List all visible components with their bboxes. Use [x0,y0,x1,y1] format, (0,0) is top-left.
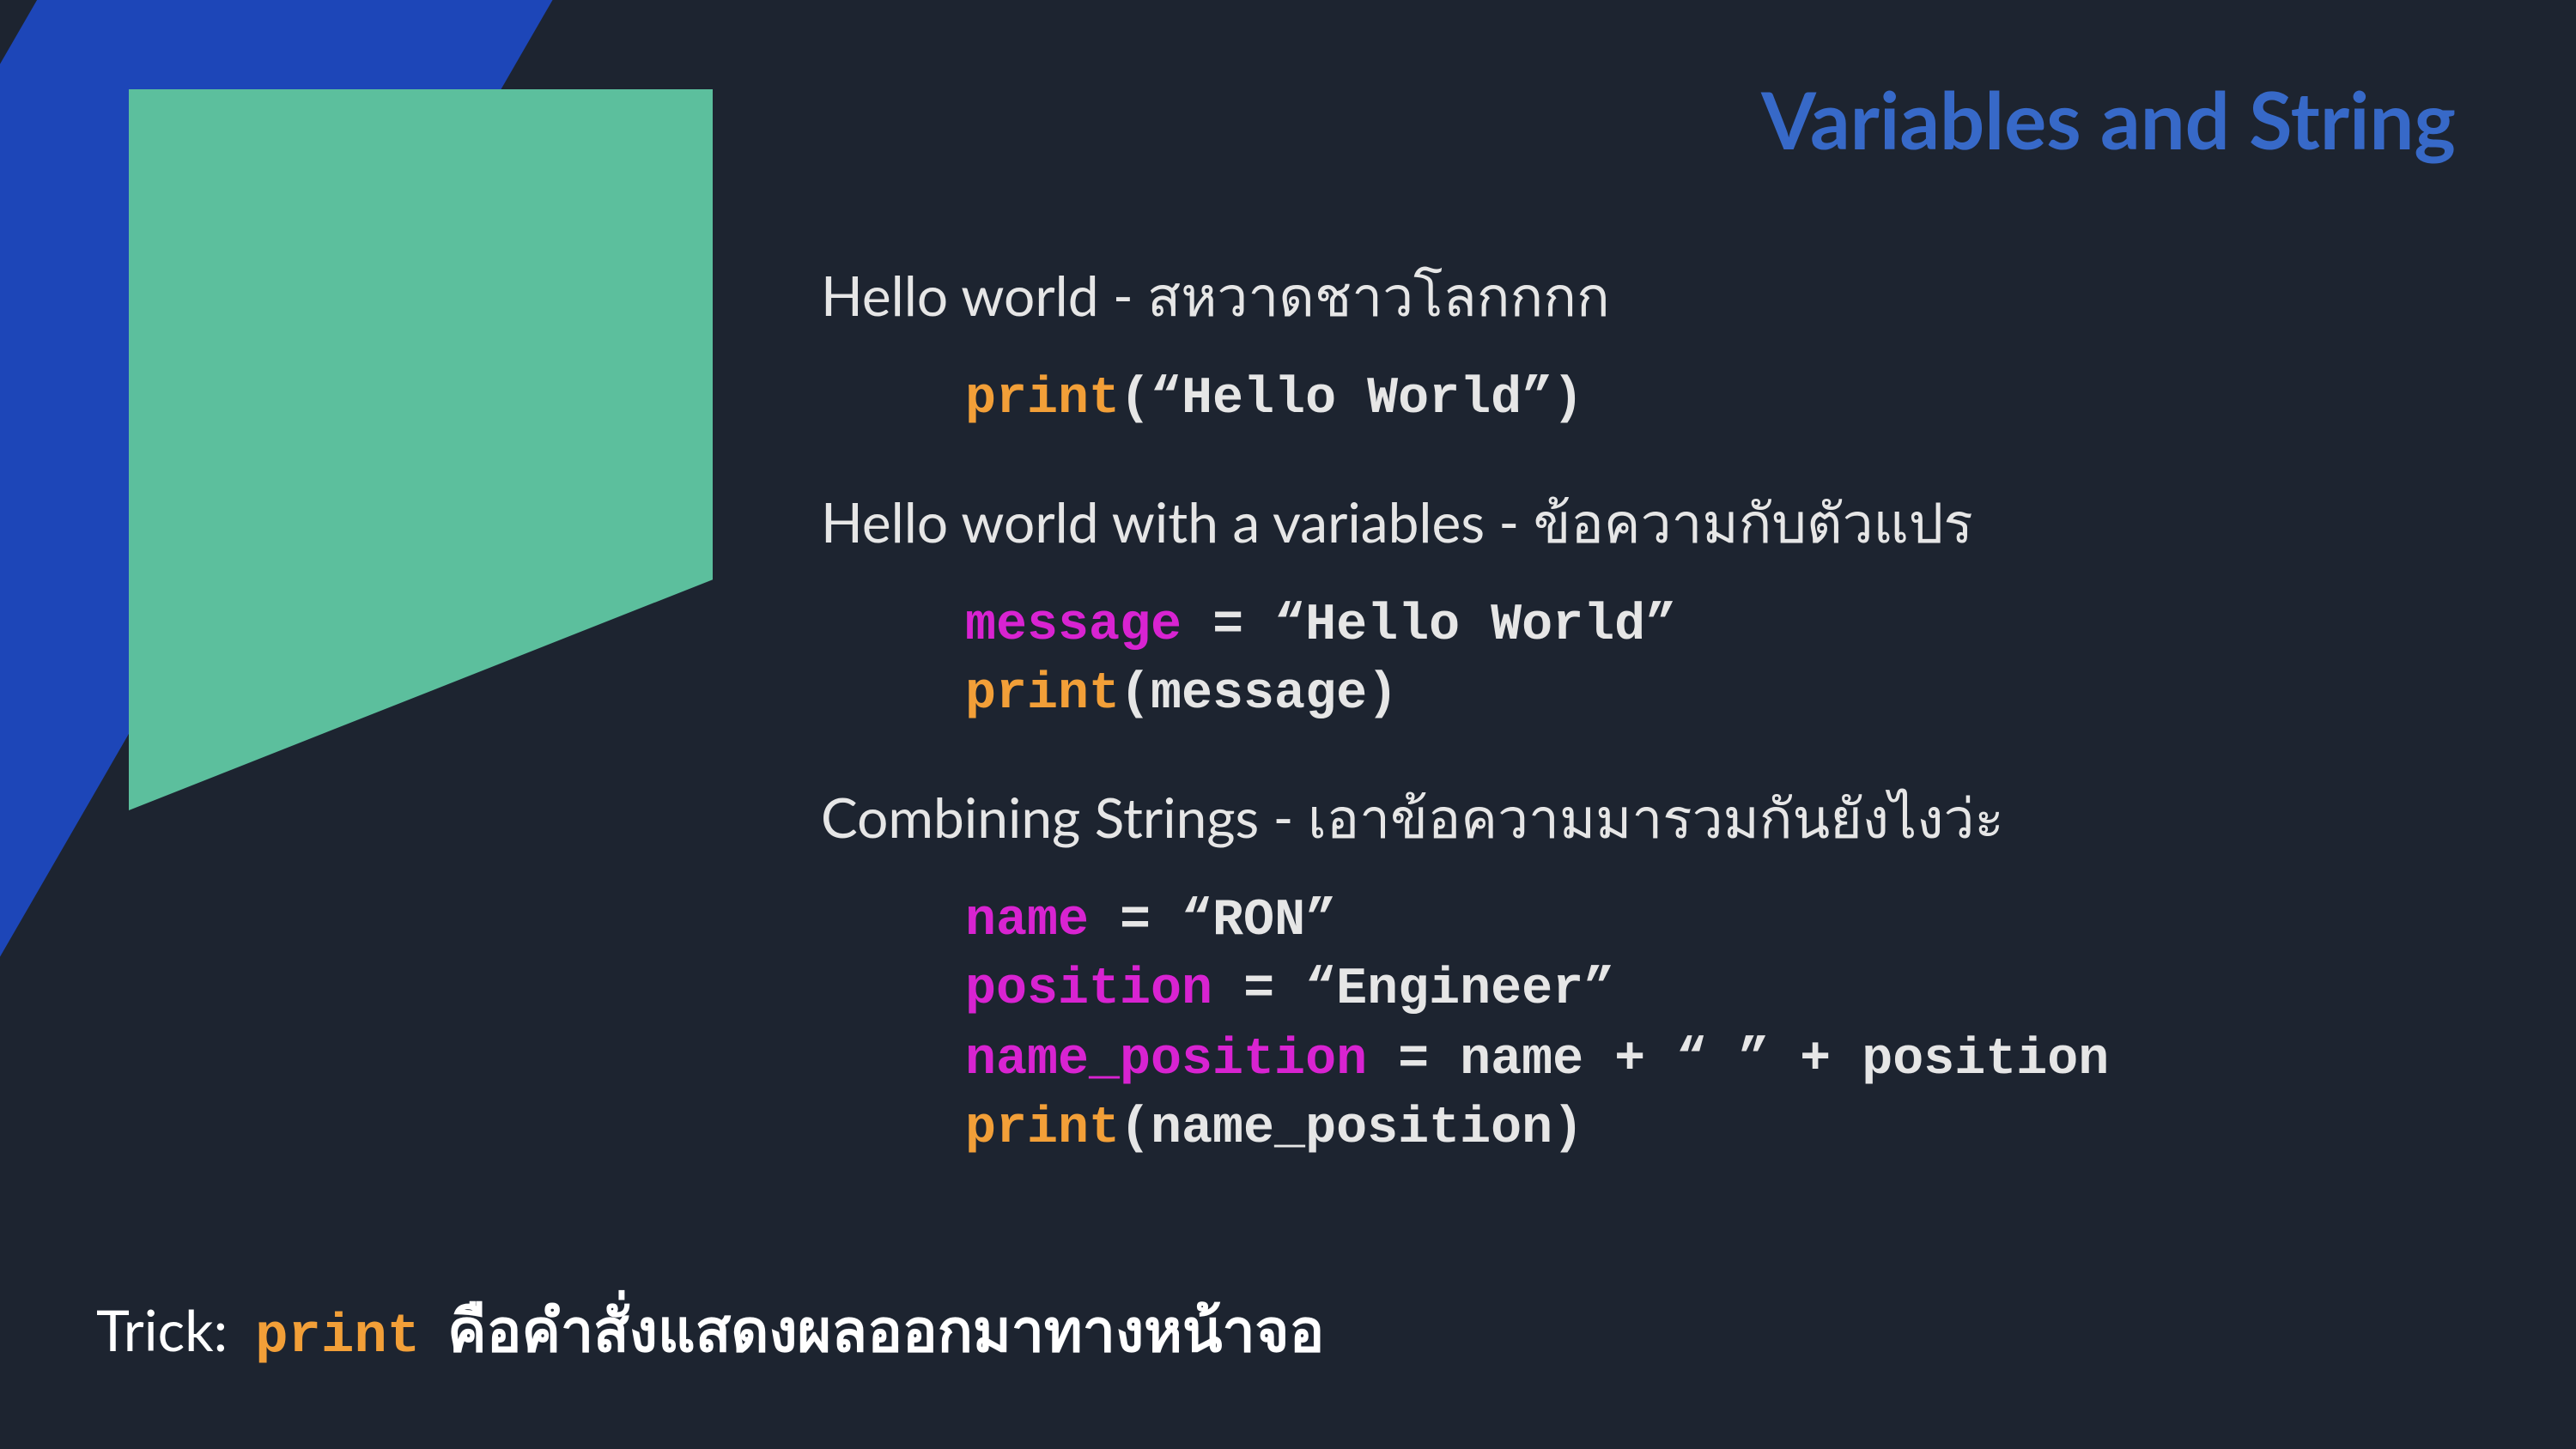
section-heading: Hello world - สหวาดชาวโลกกกก [821,254,2504,342]
trick-print-keyword: print [255,1305,420,1368]
code-token: print [965,666,1120,724]
code-token: (message) [1120,666,1398,724]
code-token: = name + “ ” + position [1367,1031,2109,1089]
code-token: print [965,1100,1120,1159]
code-token: = “Hello World” [1182,597,1676,655]
slide: Variables and String Hello world - สหวาด… [0,0,2576,1449]
code-token: name_position [965,1031,1367,1089]
code-token: (name_position) [1120,1100,1583,1159]
code-token: (“Hello World”) [1120,371,1583,429]
slide-title: Variables and String [1761,72,2456,167]
section-heading: Hello world with a variables - ข้อความกั… [821,480,2504,567]
trick-description: คือคำสั่งแสดงผลออกมาทางหน้าจอ [447,1284,1324,1377]
decor-teal-shape [129,89,713,810]
slide-content: Hello world - สหวาดชาวโลกกกกprint(“Hello… [821,254,2504,1196]
code-block: name = “RON” position = “Engineer” name_… [965,887,2504,1165]
code-token: name [965,892,1089,950]
code-token: message [965,597,1182,655]
code-block: message = “Hello World” print(message) [965,591,2504,731]
code-token: position [965,961,1212,1020]
code-token: = “Engineer” [1212,961,1614,1020]
trick-line: Trick: print คือคำสั่งแสดงผลออกมาทางหน้า… [96,1284,1324,1377]
code-token: = “RON” [1089,892,1336,950]
trick-label: Trick: [96,1296,228,1365]
code-token: print [965,371,1120,429]
section-heading: Combining Strings - เอาข้อความมารวมกันยั… [821,775,2504,863]
code-block: print(“Hello World”) [965,366,2504,435]
